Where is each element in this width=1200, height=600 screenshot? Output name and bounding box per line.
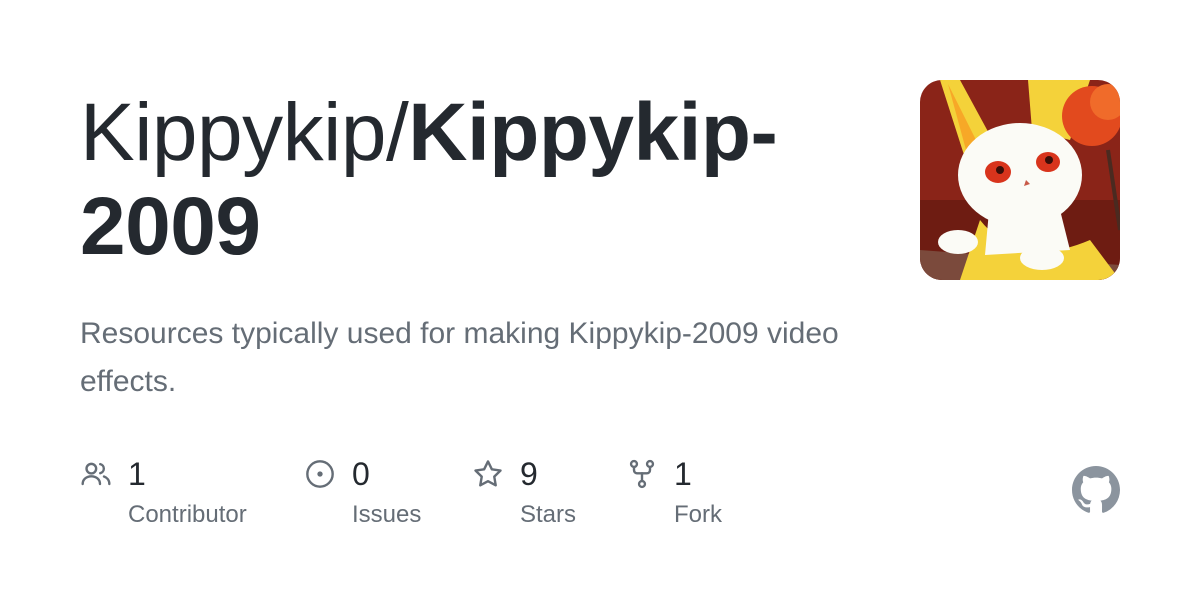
repo-owner: Kippykip/ — [80, 87, 409, 178]
social-preview-card: Kippykip/Kippykip-2009 Resources typical… — [0, 0, 1200, 600]
github-mark-icon[interactable] — [1072, 466, 1120, 514]
repo-title[interactable]: Kippykip/Kippykip-2009 — [80, 86, 880, 274]
stat-contributors-label: Contributor — [128, 501, 247, 528]
stat-stars-count: 9 — [520, 456, 538, 492]
repo-forked-icon — [629, 459, 655, 489]
people-icon — [81, 462, 111, 486]
avatar-image — [920, 80, 1120, 280]
avatar — [920, 80, 1120, 280]
stat-issues-label: Issues — [352, 501, 422, 528]
issue-opened-icon — [306, 460, 334, 488]
repo-description: Resources typically used for making Kipp… — [80, 317, 839, 398]
stat-stars-label: Stars — [520, 501, 577, 528]
star-icon — [474, 460, 502, 487]
stat-issues-count: 0 — [352, 456, 370, 492]
stat-forks-label: Fork — [674, 501, 722, 528]
stat-contributors-count: 1 — [128, 456, 146, 492]
stat-forks-count: 1 — [674, 456, 692, 492]
